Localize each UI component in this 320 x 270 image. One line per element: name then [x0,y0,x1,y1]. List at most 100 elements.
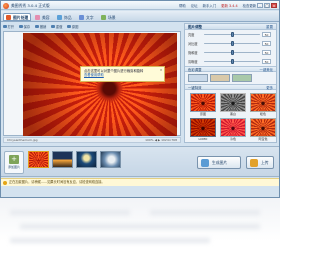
effect-original[interactable]: 原图 [190,93,216,116]
tab-beauty[interactable]: 美容 [32,13,53,21]
file-name: Chrysanthemum.jpg [7,138,38,142]
generate-image-button[interactable]: 生成图片 [197,156,241,169]
minimize-button[interactable]: - [257,2,263,8]
tab-accessories[interactable]: 饰品 [54,13,75,21]
tab-label: 美容 [42,14,50,20]
slider-value[interactable]: 50 [262,50,271,55]
canvas-status-bar: Chrysanthemum.jpg 100% ◀ ▶ 1024×768 [3,137,181,143]
slider-value[interactable]: 50 [262,41,271,46]
toolbar-label: 重做 [55,25,63,29]
popup-close-icon[interactable]: × [160,68,163,72]
tab-image-edit[interactable]: 图片处理 [3,12,32,21]
thumbnail-list [28,151,121,168]
top-link-check-update[interactable]: 检查更新 [243,3,257,8]
blurred-background [0,198,280,270]
thumbnail-chrysanthemum[interactable] [28,151,49,168]
tab-label: 场景 [108,14,116,20]
top-link-guide[interactable]: 新手入门 [203,3,217,8]
effect-name: 黑白 [229,112,236,116]
slider-value[interactable]: 50 [262,59,271,64]
tab-text[interactable]: 文字 [76,13,97,21]
blurred-line [20,224,260,229]
toolbar-label: 保存 [23,25,31,29]
tab-label: 文字 [86,14,94,20]
slider-track[interactable] [204,58,260,65]
top-link-help[interactable]: 帮助 [179,3,186,8]
thumbnail-desert[interactable] [52,151,73,168]
top-link-update[interactable]: 更新 3.4.4 [221,3,238,8]
toolbar-label: 撤销 [39,25,47,29]
original-icon [67,24,71,29]
tip-bar: 正在加载图片，请稍候……如果长时间没有反应，请检查网络连接。 [1,178,279,186]
effect-name: 原图 [199,112,206,116]
effect-abao[interactable]: 阿宝色 [250,118,276,141]
main-tabs: 图片处理 美容 饰品 文字 场景 [1,11,279,22]
image-strip: + 添加图片 生成图片 上传 [1,146,279,177]
effect-name: 阿宝色 [258,137,268,141]
adjust-panel: 图片调整 重置 亮度 50 对比度 50 饱和度 50 清晰度 50 色彩调整 … [184,23,277,143]
chrysanthemum-photo[interactable] [23,33,177,136]
blurred-line [150,210,260,215]
blurred-line [10,238,210,243]
effects-grid: 原图 黑白 暖色 LOMO 冷色 阿宝色 [185,90,276,141]
zoom-info: 100% ◀ ▶ 1024×768 [145,138,177,142]
tab-label: 饰品 [64,14,72,20]
slider-knob[interactable] [230,31,234,38]
close-button[interactable]: × [271,2,277,8]
slider-knob[interactable] [230,49,234,56]
slider-brightness: 亮度 50 [185,30,276,39]
generate-icon [201,159,209,167]
image-canvas[interactable]: × 点击这里可以对整个图片进行裁剪和旋转 查看使用帮助 [3,31,181,136]
app-title: 美图秀秀 3.0.4 正式版 [11,3,50,8]
reset-button[interactable]: 重置 [266,24,273,29]
slider-knob[interactable] [230,40,234,47]
info-icon [3,180,7,185]
toolbar-redo[interactable]: 重做 [51,24,62,29]
tab-label: 图片处理 [13,14,29,20]
effect-bw[interactable]: 黑白 [220,93,246,116]
panel-title: 图片调整 [188,25,202,29]
tip-text: 正在加载图片，请稍候……如果长时间没有反应，请检查网络连接。 [9,180,105,184]
toolbar-save[interactable]: 保存 [19,24,30,29]
thumbnail-penguins[interactable] [100,151,121,168]
toolbar-open[interactable]: 打开 [3,24,14,29]
add-image-label: 添加图片 [7,165,20,169]
effect-preview [250,93,276,112]
auto-beautify-button[interactable]: 一键美化 [259,67,273,72]
slider-track[interactable] [204,40,260,47]
top-link-forum[interactable]: 论坛 [191,3,198,8]
slider-value[interactable]: 50 [262,32,271,37]
effect-preview [250,118,276,137]
effect-warm[interactable]: 暖色 [250,93,276,116]
effect-lomo[interactable]: LOMO [190,118,216,141]
upload-button[interactable]: 上传 [246,156,274,169]
slider-track[interactable] [204,49,260,56]
color-swatch[interactable] [188,74,208,82]
popup-help-link[interactable]: 查看使用帮助 [84,73,161,77]
button-label: 生成图片 [212,160,228,165]
color-swatch[interactable] [210,74,230,82]
add-image-button[interactable]: + 添加图片 [4,151,24,174]
beauty-icon [34,15,40,20]
thumbnail-jellyfish[interactable] [76,151,97,168]
color-swatches [185,72,276,84]
accessories-icon [56,15,62,20]
slider-saturation: 饱和度 50 [185,48,276,57]
toolbar-undo[interactable]: 撤销 [35,24,46,29]
toolbar-original[interactable]: 原图 [67,24,78,29]
save-icon [19,24,23,29]
tab-scene[interactable]: 场景 [98,13,119,21]
slider-knob[interactable] [230,58,234,65]
slider-label: 对比度 [188,42,198,46]
effect-cool[interactable]: 冷色 [220,118,246,141]
toolbar-label: 原图 [71,25,79,29]
effect-name: LOMO [198,137,208,141]
effect-name: 冷色 [229,137,236,141]
maximize-button[interactable]: □ [264,2,270,8]
slider-sharpness: 清晰度 50 [185,57,276,66]
slider-track[interactable] [204,31,260,38]
text-icon [78,15,84,20]
color-swatch[interactable] [232,74,252,82]
more-effects-button[interactable]: 更多 [266,85,273,90]
app-window: 美图秀秀 3.0.4 正式版 帮助 论坛 新手入门 更新 3.4.4 检查更新 … [0,0,280,198]
